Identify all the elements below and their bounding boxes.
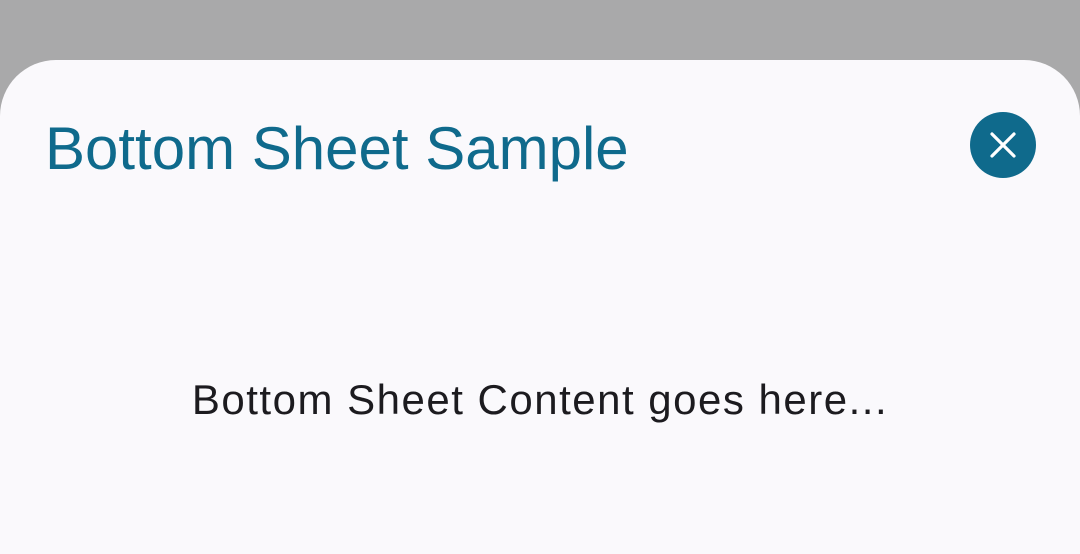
bottom-sheet: Bottom Sheet Sample Bottom Sheet Content… xyxy=(0,60,1080,554)
close-button[interactable] xyxy=(970,112,1036,178)
bottom-sheet-content: Bottom Sheet Content goes here... xyxy=(191,376,889,423)
bottom-sheet-title: Bottom Sheet Sample xyxy=(45,115,629,182)
close-icon xyxy=(988,130,1018,160)
